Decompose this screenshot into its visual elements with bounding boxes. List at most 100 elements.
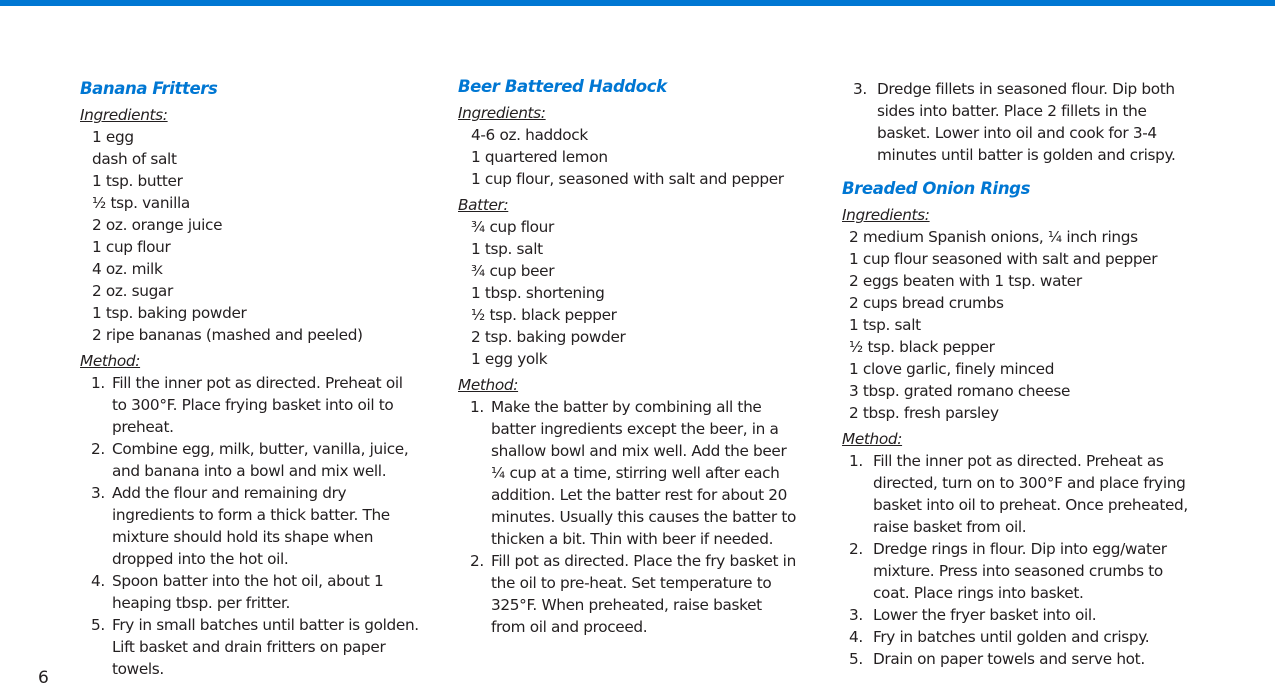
ingredient-item: 1 tsp. butter bbox=[92, 172, 183, 190]
fraction: ³⁄₄ bbox=[471, 262, 485, 280]
batter-label: Batter: bbox=[458, 196, 509, 214]
ingredients-label: Ingredients: bbox=[842, 206, 930, 224]
ingredient-item: 3 tbsp. grated romano cheese bbox=[849, 382, 1071, 400]
ingredient-item: 2 tbsp. fresh parsley bbox=[849, 404, 999, 422]
ingredient-item: 1 egg bbox=[92, 128, 134, 146]
step-number: 3. bbox=[849, 606, 863, 624]
step-line: Add the flour and remaining dry bbox=[112, 484, 347, 502]
method-step: 1. Fill the inner pot as directed. Prehea… bbox=[842, 450, 1242, 538]
column-three: 3. Dredge fillets in seasoned flour. Dip … bbox=[842, 78, 1242, 670]
recipe-beer-battered-haddock: Beer Battered Haddock Ingredients: 4-6 o… bbox=[458, 76, 818, 638]
ingredient-item: ¹⁄₂ tsp. vanilla bbox=[92, 194, 190, 212]
step-line: Dredge fillets in seasoned flour. Dip bo… bbox=[877, 80, 1175, 98]
step-line: Combine egg, milk, butter, vanilla, juic… bbox=[112, 440, 409, 458]
header-accent-bar bbox=[0, 0, 1275, 6]
ingredient-item: dash of salt bbox=[92, 150, 177, 168]
ingredients-label: Ingredients: bbox=[458, 104, 546, 122]
ingredient-item: 1 cup flour bbox=[92, 238, 171, 256]
method-step: 3. Lower the fryer basket into oil. bbox=[842, 604, 1242, 626]
step-line: and banana into a bowl and mix well. bbox=[112, 462, 387, 480]
ingredient-item: 2 tsp. baking powder bbox=[471, 328, 626, 346]
recipe-title: Breaded Onion Rings bbox=[842, 179, 1030, 198]
step-line: thicken a bit. Thin with beer if needed. bbox=[491, 530, 774, 548]
ingredient-item: ¹⁄₂ tsp. black pepper bbox=[849, 338, 995, 356]
method-label: Method: bbox=[458, 376, 519, 394]
step-line: basket. Lower into oil and cook for 3-4 bbox=[877, 124, 1157, 142]
fraction: ³⁄₄ bbox=[471, 218, 485, 236]
method-label: Method: bbox=[80, 352, 141, 370]
step-line: Lower the fryer basket into oil. bbox=[873, 606, 1097, 624]
ingredients-list: 4-6 oz. haddock 1 quartered lemon 1 cup fl… bbox=[458, 124, 818, 190]
fraction: ¹⁄₄ bbox=[1047, 228, 1062, 246]
ingredient-item: 1 tsp. salt bbox=[471, 240, 543, 258]
method-step: 3. Add the flour and remaining dry ingredi… bbox=[80, 482, 450, 570]
method-step: 2. Fill pot as directed. Place the fry ba… bbox=[458, 550, 818, 638]
step-line: Fill pot as directed. Place the fry bask… bbox=[491, 552, 796, 570]
method-step: 3. Dredge fillets in seasoned flour. Dip … bbox=[846, 78, 1242, 166]
method-step: 1. Fill the inner pot as directed. Prehea… bbox=[80, 372, 450, 438]
step-number: 4. bbox=[849, 628, 863, 646]
ingredients-label: Ingredients: bbox=[80, 106, 168, 124]
method-step: 4. Fry in batches until golden and crispy… bbox=[842, 626, 1242, 648]
ingredient-item: ¹⁄₂ tsp. black pepper bbox=[471, 306, 617, 324]
step-line: Lift basket and drain fritters on paper bbox=[112, 638, 386, 656]
step-line: 325°F. When preheated, raise basket bbox=[491, 596, 762, 614]
method-steps: 1. Fill the inner pot as directed. Prehea… bbox=[80, 372, 450, 680]
method-step: 2. Dredge rings in flour. Dip into egg/wa… bbox=[842, 538, 1242, 604]
step-line: ingredients to form a thick batter. The bbox=[112, 506, 390, 524]
recipe-title: Beer Battered Haddock bbox=[458, 77, 667, 96]
step-line: to 300°F. Place frying basket into oil t… bbox=[112, 396, 394, 414]
step-line: from oil and proceed. bbox=[491, 618, 648, 636]
method-steps-continued: 3. Dredge fillets in seasoned flour. Dip … bbox=[846, 78, 1242, 166]
step-line: coat. Place rings into basket. bbox=[873, 584, 1084, 602]
step-line: raise basket from oil. bbox=[873, 518, 1027, 536]
step-number: 1. bbox=[849, 452, 863, 470]
step-line: the oil to pre-heat. Set temperature to bbox=[491, 574, 772, 592]
batter-list: ³⁄₄ cup flour 1 tsp. salt ³⁄₄ cup beer 1 tb… bbox=[458, 216, 818, 370]
fraction: ¹⁄₄ bbox=[491, 464, 505, 482]
step-number: 2. bbox=[849, 540, 863, 558]
ingredient-item: 2 ripe bananas (mashed and peeled) bbox=[92, 326, 363, 344]
step-number: 5. bbox=[849, 650, 863, 668]
method-step: 2. Combine egg, milk, butter, vanilla, ju… bbox=[80, 438, 450, 482]
step-line: Fill the inner pot as directed. Preheat … bbox=[112, 374, 403, 392]
step-number: 1. bbox=[91, 374, 105, 392]
method-step: 1. Make the batter by combining all the ba… bbox=[458, 396, 818, 550]
method-label: Method: bbox=[842, 430, 903, 448]
step-line: batter ingredients except the beer, in a bbox=[491, 420, 779, 438]
method-step: 4. Spoon batter into the hot oil, about 1… bbox=[80, 570, 450, 614]
ingredient-item: 2 medium Spanish onions, ¹⁄₄ inch rings bbox=[849, 228, 1138, 246]
page-number: 6 bbox=[38, 668, 49, 688]
step-line: mixture should hold its shape when bbox=[112, 528, 374, 546]
step-number: 2. bbox=[91, 440, 105, 458]
ingredients-list: 1 egg dash of salt 1 tsp. butter ¹⁄₂ tsp. v… bbox=[80, 126, 450, 346]
step-line: Dredge rings in flour. Dip into egg/wate… bbox=[873, 540, 1167, 558]
fraction: ¹⁄₂ bbox=[92, 194, 106, 212]
ingredient-item: 1 cup flour seasoned with salt and peppe… bbox=[849, 250, 1158, 268]
ingredient-item: 2 oz. orange juice bbox=[92, 216, 223, 234]
step-number: 1. bbox=[470, 398, 484, 416]
ingredient-item: ³⁄₄ cup flour bbox=[471, 218, 554, 236]
ingredients-list: 2 medium Spanish onions, ¹⁄₄ inch rings 1… bbox=[842, 226, 1242, 424]
step-line: Make the batter by combining all the bbox=[491, 398, 762, 416]
ingredient-item: 4 oz. milk bbox=[92, 260, 163, 278]
step-line: ¹⁄₄ cup at a time, stirring well after e… bbox=[491, 464, 780, 482]
ingredient-item: 2 oz. sugar bbox=[92, 282, 173, 300]
ingredient-item: 1 tsp. baking powder bbox=[92, 304, 247, 322]
method-steps: 1. Make the batter by combining all the ba… bbox=[458, 396, 818, 638]
ingredient-item: ³⁄₄ cup beer bbox=[471, 262, 555, 280]
step-line: mixture. Press into seasoned crumbs to bbox=[873, 562, 1163, 580]
step-line: heaping tbsp. per fritter. bbox=[112, 594, 291, 612]
step-number: 3. bbox=[91, 484, 105, 502]
recipe-title: Banana Fritters bbox=[80, 79, 218, 98]
step-number: 3. bbox=[853, 80, 867, 98]
step-line: preheat. bbox=[112, 418, 174, 436]
step-line: Fill the inner pot as directed. Preheat … bbox=[873, 452, 1164, 470]
ingredient-item: 1 tbsp. shortening bbox=[471, 284, 605, 302]
step-line: Fry in small batches until batter is gol… bbox=[112, 616, 419, 634]
step-line: minutes until batter is golden and crisp… bbox=[877, 146, 1176, 164]
ingredient-item: 2 eggs beaten with 1 tsp. water bbox=[849, 272, 1082, 290]
step-line: dropped into the hot oil. bbox=[112, 550, 289, 568]
fraction: ¹⁄₂ bbox=[471, 306, 485, 324]
step-line: addition. Let the batter rest for about … bbox=[491, 486, 788, 504]
